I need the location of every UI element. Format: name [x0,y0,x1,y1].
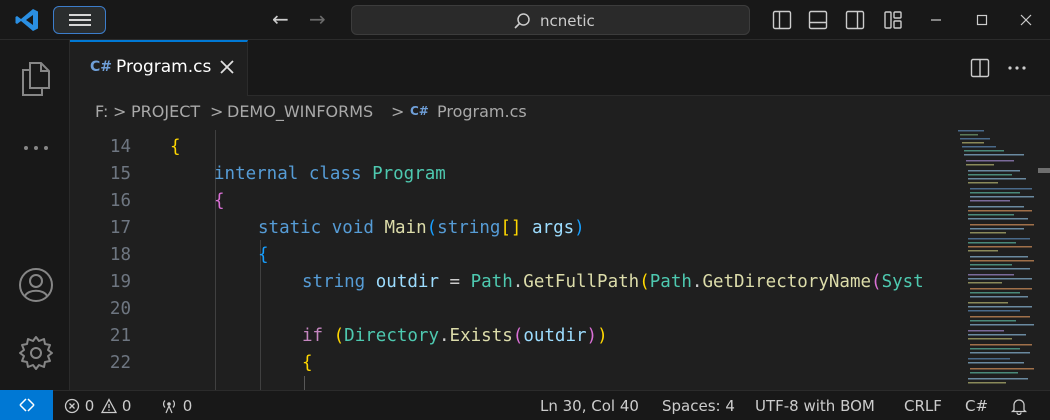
breadcrumb-separator: > [391,102,405,121]
forward-arrow-icon[interactable]: → [309,9,326,29]
split-editor-icon[interactable] [970,58,990,78]
cursor-position[interactable]: Ln 30, Col 40 [540,397,639,415]
line-code: { [258,245,269,265]
command-center-search[interactable]: ncnetic [351,5,750,35]
tab-program-cs[interactable]: C# Program.cs [70,40,248,96]
language-mode[interactable]: C# [965,397,988,415]
line-ending[interactable]: CRLF [904,397,942,415]
remote-indicator[interactable] [0,390,53,420]
scrollbar-thumb[interactable] [1038,168,1050,173]
ports-indicator[interactable]: 0 [160,397,192,415]
breadcrumb-separator: > [113,102,127,121]
code-line: 14 { [70,133,946,160]
breadcrumb-separator: > [210,102,224,121]
breadcrumb-project[interactable]: PROJECT [131,102,200,121]
explorer-icon[interactable] [18,60,54,98]
line-code: static void Main(string[] args) [258,218,585,238]
menu-button[interactable] [53,6,106,34]
minimap[interactable] [946,130,1050,390]
encoding[interactable]: UTF-8 with BOM [755,397,875,415]
maximize-icon[interactable] [972,10,992,30]
line-number: 17 [109,218,131,238]
status-bar: 0 0 0 Ln 30, Col 40 Spaces: 4 UTF-8 with… [0,390,1050,420]
customize-layout-icon[interactable] [883,10,903,30]
breadcrumb-drive[interactable]: F: [95,102,108,121]
line-number: 19 [109,272,131,292]
indent-guide [304,376,305,390]
notifications-bell-icon[interactable] [1010,397,1028,415]
error-count: 0 [84,397,95,415]
back-arrow-icon[interactable]: ← [272,9,289,29]
code-line: 16 { [70,187,946,214]
search-text: ncnetic [540,12,595,30]
breadcrumb: F: > PROJECT > DEMO_WINFORMS > C# Progra… [70,96,950,130]
warning-count: 0 [121,397,132,415]
errors-indicator[interactable]: 0 0 [64,397,131,415]
minimize-icon[interactable] [926,10,946,30]
close-tab-icon[interactable] [219,59,235,75]
editor-tab-bar: C# Program.cs [70,40,1050,96]
code-line: 19 string outdir = Path.GetFullPath(Path… [70,268,946,295]
more-actions-icon[interactable] [1006,58,1028,78]
activity-bar [0,40,70,390]
close-window-icon[interactable] [1016,10,1036,30]
line-number: 21 [109,326,131,346]
toggle-secondary-sidebar-icon[interactable] [845,10,865,30]
error-icon [64,398,80,414]
toggle-primary-sidebar-icon[interactable] [772,10,792,30]
breadcrumb-folder[interactable]: DEMO_WINFORMS [227,102,373,121]
line-code: if (Directory.Exists(outdir)) [302,326,608,346]
remote-icon [19,398,35,412]
vscode-logo-icon [15,9,38,31]
ports-count: 0 [182,397,193,415]
indentation[interactable]: Spaces: 4 [662,397,735,415]
line-code: { [214,191,225,211]
more-views-icon[interactable] [18,140,54,156]
broadcast-icon [163,400,175,414]
code-line: 20 [70,295,946,322]
line-code: { [302,353,313,373]
line-number: 22 [109,353,131,373]
line-number: 16 [109,191,131,211]
code-line: 15 internal class Program [70,160,946,187]
accounts-icon[interactable] [18,266,54,304]
search-icon [514,13,530,29]
warning-icon [101,398,118,414]
line-code: internal class Program [214,164,446,184]
csharp-file-icon: C# [90,59,113,75]
code-line: 21 if (Directory.Exists(outdir)) [70,322,946,349]
tab-label: Program.cs [116,57,212,77]
code-editor[interactable]: 14 { 15 internal class Program 16 { 17 s… [70,130,946,390]
line-number: 14 [109,137,131,157]
code-line: 17 static void Main(string[] args) [70,214,946,241]
title-bar: ← → ncnetic [0,0,1050,40]
settings-gear-icon[interactable] [18,334,54,372]
code-line: 18 { [70,241,946,268]
csharp-file-icon: C# [410,104,429,118]
breadcrumb-file[interactable]: Program.cs [437,102,527,121]
line-number: 18 [109,245,131,265]
code-line: 22 { [70,349,946,376]
line-code: string outdir = Path.GetFullPath(Path.Ge… [302,272,924,292]
line-number: 15 [109,164,131,184]
minimap-preview [958,130,1034,384]
line-number: 20 [109,299,131,319]
line-code: { [170,137,181,157]
toggle-panel-icon[interactable] [808,10,828,30]
